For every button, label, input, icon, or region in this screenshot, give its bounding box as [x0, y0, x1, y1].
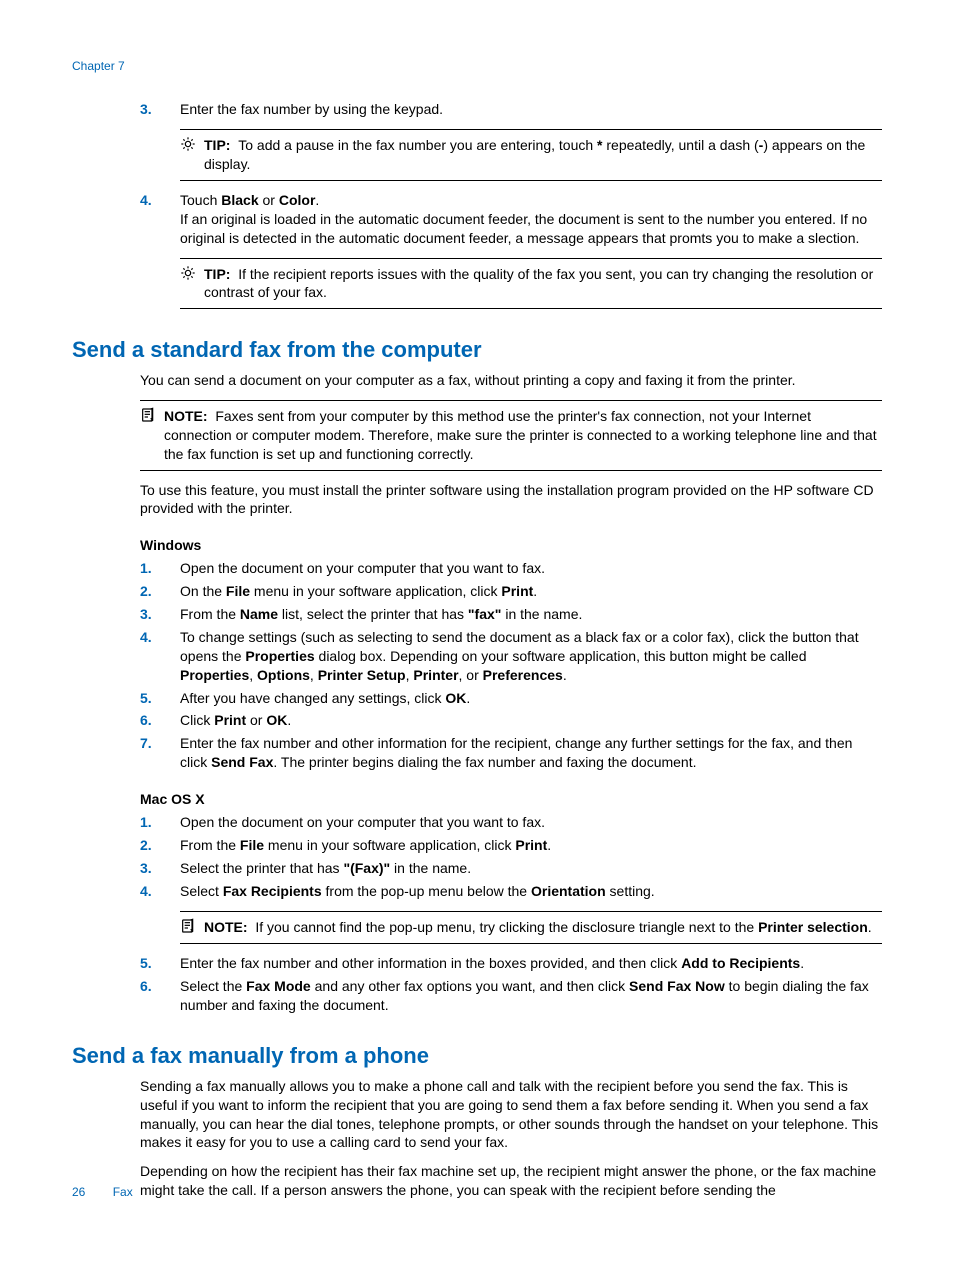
list-item: 4.Select Fax Recipients from the pop-up … — [140, 882, 882, 901]
note-text: NOTE: If you cannot find the pop-up menu… — [204, 918, 882, 937]
tip-callout: TIP: If the recipient reports issues wit… — [180, 258, 882, 310]
steps-top: 3. Enter the fax number by using the key… — [140, 100, 882, 119]
list-item: 6.Click Print or OK. — [140, 711, 882, 730]
mac-steps-cont: 5.Enter the fax number and other informa… — [140, 954, 882, 1015]
list-item: 5.Enter the fax number and other informa… — [140, 954, 882, 973]
tip-callout: TIP: To add a pause in the fax number yo… — [180, 129, 882, 181]
tip-text: TIP: If the recipient reports issues wit… — [204, 265, 882, 303]
step-text: Enter the fax number by using the keypad… — [180, 100, 882, 119]
list-item: 6.Select the Fax Mode and any other fax … — [140, 977, 882, 1015]
step-number: 3. — [140, 100, 180, 119]
tip-icon — [180, 265, 204, 285]
list-item: 1.Open the document on your computer tha… — [140, 813, 882, 832]
note-icon — [140, 407, 164, 427]
page-footer: 26 Fax — [72, 1184, 133, 1200]
chapter-label: Chapter 7 — [72, 58, 882, 74]
steps-top-cont: 4. Touch Black or Color. If an original … — [140, 191, 882, 248]
paragraph: Sending a fax manually allows you to mak… — [140, 1077, 882, 1153]
page-number: 26 — [72, 1185, 85, 1199]
paragraph: To use this feature, you must install th… — [140, 481, 882, 519]
list-item: 2.From the File menu in your software ap… — [140, 836, 882, 855]
paragraph: Depending on how the recipient has their… — [140, 1162, 882, 1200]
list-item: 5.After you have changed any settings, c… — [140, 689, 882, 708]
list-item: 3.Select the printer that has "(Fax)" in… — [140, 859, 882, 878]
note-text: NOTE: Faxes sent from your computer by t… — [164, 407, 882, 464]
list-item: 1.Open the document on your computer tha… — [140, 559, 882, 578]
tip-icon — [180, 136, 204, 156]
step-text: Touch Black or Color. If an original is … — [180, 191, 882, 248]
list-item: 4.To change settings (such as selecting … — [140, 628, 882, 685]
step-4: 4. Touch Black or Color. If an original … — [140, 191, 882, 248]
document-page: Chapter 7 3. Enter the fax number by usi… — [0, 0, 954, 1270]
list-item: 7.Enter the fax number and other informa… — [140, 734, 882, 772]
list-item: 3.From the Name list, select the printer… — [140, 605, 882, 624]
note-callout: NOTE: If you cannot find the pop-up menu… — [180, 911, 882, 945]
step-number: 4. — [140, 191, 180, 210]
note-callout: NOTE: Faxes sent from your computer by t… — [140, 400, 882, 471]
footer-section: Fax — [113, 1185, 133, 1199]
note-icon — [180, 918, 204, 938]
windows-steps: 1.Open the document on your computer tha… — [140, 559, 882, 772]
heading-send-standard-fax: Send a standard fax from the computer — [72, 335, 882, 365]
mac-steps: 1.Open the document on your computer tha… — [140, 813, 882, 901]
step-3: 3. Enter the fax number by using the key… — [140, 100, 882, 119]
subhead-macosx: Mac OS X — [140, 790, 882, 809]
tip-text: TIP: To add a pause in the fax number yo… — [204, 136, 882, 174]
list-item: 2.On the File menu in your software appl… — [140, 582, 882, 601]
heading-send-fax-manually: Send a fax manually from a phone — [72, 1041, 882, 1071]
intro-paragraph: You can send a document on your computer… — [140, 371, 882, 390]
content-column: 3. Enter the fax number by using the key… — [140, 100, 882, 309]
subhead-windows: Windows — [140, 536, 882, 555]
